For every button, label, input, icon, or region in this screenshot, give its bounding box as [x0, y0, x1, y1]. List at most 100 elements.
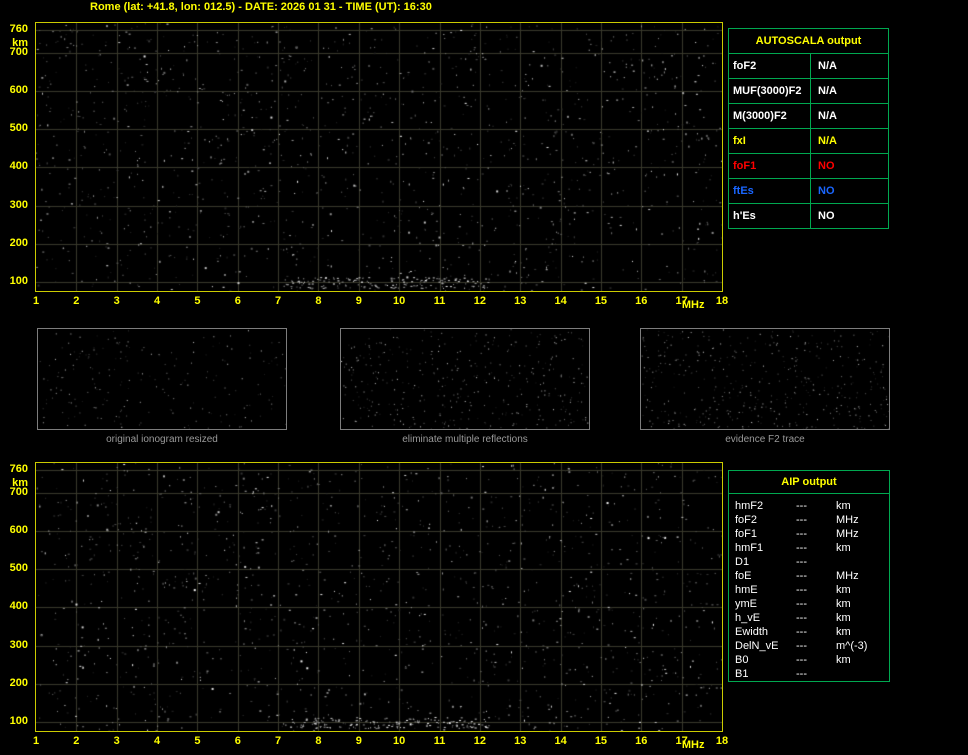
aip-param-label: foF2	[735, 514, 758, 526]
aip-row: hmF2 --- km	[729, 499, 889, 513]
autoscala-header-row: AUTOSCALA output	[728, 28, 889, 54]
param-value: N/A	[810, 128, 889, 154]
x-tick-label: 7	[275, 735, 282, 747]
x-tick-label: 8	[315, 295, 322, 307]
aip-row: foF2 --- MHz	[729, 513, 889, 527]
aip-param-label: B0	[735, 654, 749, 666]
aip-param-value: ---	[796, 640, 807, 652]
aip-row: foE --- MHz	[729, 569, 889, 583]
aip-row: hmF1 --- km	[729, 541, 889, 555]
ionogram-canvas-top	[36, 23, 722, 291]
aip-param-value: ---	[796, 514, 807, 526]
x-tick-label: 16	[635, 735, 648, 747]
param-value: N/A	[810, 53, 889, 79]
x-tick-label: 2	[73, 735, 80, 747]
x-tick-label: 6	[234, 295, 241, 307]
thumbnail-multiple-reflections: eliminate multiple reflections	[340, 328, 590, 446]
thumbnail-original: original ionogram resized	[37, 328, 287, 446]
param-value: NO	[810, 153, 889, 179]
aip-row: foF1 --- MHz	[729, 527, 889, 541]
ionogram-canvas-bottom	[36, 463, 722, 731]
aip-param-value: ---	[796, 528, 807, 540]
aip-param-label: hmE	[735, 584, 758, 596]
autoscala-row: foF1 NO	[728, 153, 889, 179]
thumbnail-caption: evidence F2 trace	[725, 434, 805, 445]
aip-row: B1 ---	[729, 667, 889, 681]
x-tick-label: 1	[32, 735, 40, 747]
aip-row: Ewidth --- km	[729, 625, 889, 639]
x-axis-unit: MHz	[681, 739, 705, 751]
aip-row: ymE --- km	[729, 597, 889, 611]
y-tick-label: 400	[9, 160, 28, 173]
param-label: foF2	[728, 53, 811, 79]
x-tick-label: 18	[715, 735, 729, 747]
x-tick-label: 12	[473, 735, 486, 747]
aip-param-label: DelN_vE	[735, 640, 779, 652]
aip-param-value: ---	[796, 570, 807, 582]
x-tick-label: 10	[393, 295, 406, 307]
param-value: N/A	[810, 103, 889, 129]
plot-frame-bottom	[35, 462, 723, 732]
aip-param-unit: km	[836, 500, 851, 512]
y-tick-label: 760	[9, 463, 28, 475]
x-tick-label: 13	[514, 295, 527, 307]
thumbnail-caption: eliminate multiple reflections	[402, 434, 528, 445]
thumb-canvas-2	[641, 329, 889, 429]
aip-param-unit: MHz	[836, 528, 859, 540]
y-tick-label: 300	[9, 638, 28, 651]
y-tick-label: 600	[9, 84, 28, 97]
autoscala-row: fxI N/A	[728, 128, 889, 154]
aip-header: AIP output	[729, 471, 889, 494]
aip-param-unit: km	[836, 584, 851, 596]
x-tick-label: 15	[594, 295, 608, 307]
x-tick-label: 6	[234, 735, 241, 747]
thumbnail-caption: original ionogram resized	[106, 434, 218, 445]
x-tick-label: 10	[393, 735, 406, 747]
aip-param-label: foE	[735, 570, 752, 582]
param-label: ftEs	[728, 178, 811, 204]
aip-param-unit: km	[836, 654, 851, 666]
y-axis-top: 760 700 600 500 400 300 200 100 km	[0, 22, 31, 292]
y-tick-label: 100	[9, 275, 28, 287]
aip-param-unit: m^(-3)	[836, 640, 868, 652]
y-tick-label: 100	[9, 715, 28, 727]
x-axis-top: 1 2 3 4 5 6 7 8 9 10 11 12 13 14 15 16 17 18 MHz	[33, 293, 728, 313]
aip-row: h_vE --- km	[729, 611, 889, 625]
aip-param-label: D1	[735, 556, 750, 568]
thumbnail-frame	[37, 328, 287, 430]
thumbnail-frame	[340, 328, 590, 430]
y-tick-label: 400	[9, 600, 28, 613]
autoscala-row: foF2 N/A	[728, 53, 889, 79]
thumb-canvas-0	[38, 329, 286, 429]
y-tick-label: 300	[9, 198, 28, 211]
aip-param-label: hmF1	[735, 542, 764, 554]
param-value: N/A	[810, 78, 889, 104]
thumbnail-frame	[640, 328, 890, 430]
y-tick-label: 500	[9, 562, 28, 575]
x-tick-label: 14	[554, 295, 567, 307]
aip-param-unit: km	[836, 542, 851, 554]
x-tick-label: 14	[554, 735, 567, 747]
aip-param-unit	[836, 667, 889, 681]
aip-param-unit: km	[836, 612, 851, 624]
y-axis-unit: km	[12, 477, 28, 489]
x-tick-label: 11	[433, 735, 446, 747]
aip-param-value: ---	[796, 612, 807, 624]
aip-row: B0 --- km	[729, 653, 889, 667]
x-tick-label: 9	[355, 295, 362, 307]
x-tick-label: 8	[315, 735, 322, 747]
param-label: MUF(3000)F2	[728, 78, 811, 104]
plot-frame-top	[35, 22, 723, 292]
param-label: fxI	[728, 128, 811, 154]
station-date-header: Rome (lat: +41.8, lon: 012.5) - DATE: 20…	[90, 1, 432, 13]
y-tick-label: 500	[9, 122, 28, 135]
aip-row: D1 ---	[729, 555, 889, 569]
aip-param-unit	[836, 555, 889, 569]
x-tick-label: 5	[194, 735, 201, 747]
x-tick-label: 3	[113, 735, 120, 747]
param-label: foF1	[728, 153, 811, 179]
x-tick-label: 15	[594, 735, 608, 747]
autoscala-row: ftEs NO	[728, 178, 889, 204]
aip-param-label: B1	[735, 668, 749, 680]
aip-param-label: foF1	[735, 528, 758, 540]
